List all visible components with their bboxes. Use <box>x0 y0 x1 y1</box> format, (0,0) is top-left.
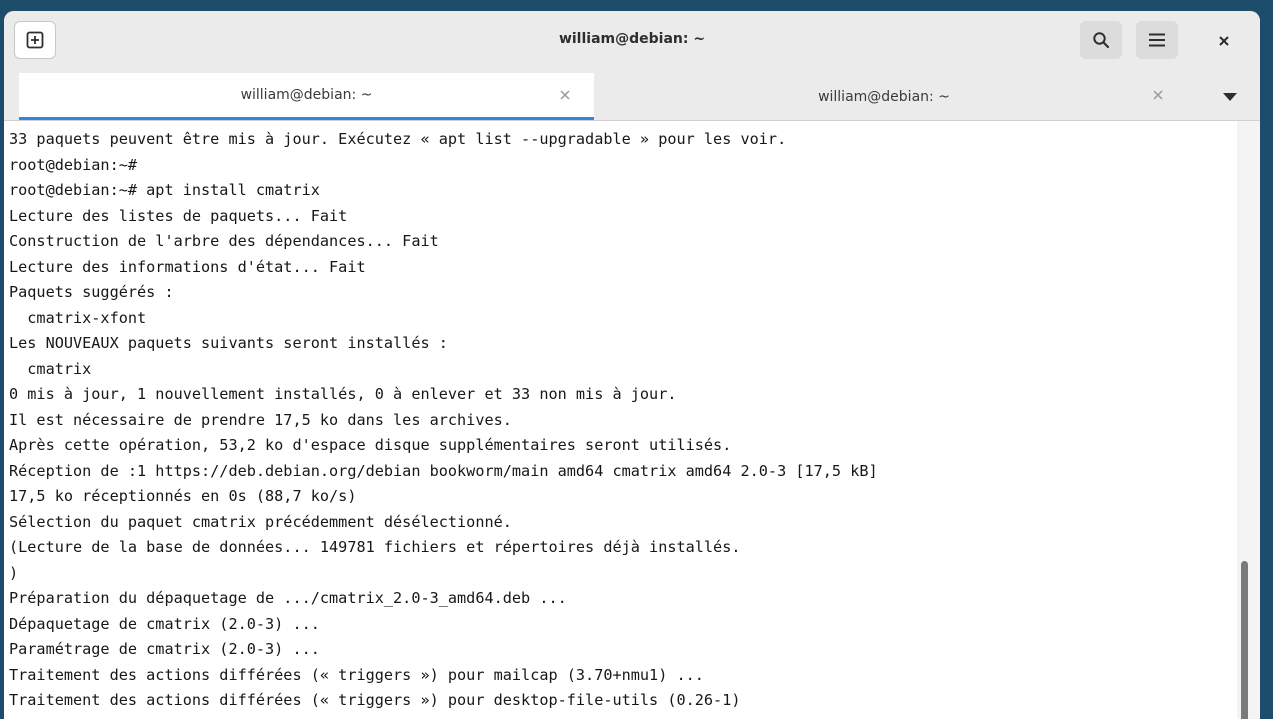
tab-label: william@debian: ~ <box>818 88 950 105</box>
tab-close-button[interactable] <box>557 87 573 103</box>
terminal-line: Les NOUVEAUX paquets suivants seront ins… <box>9 334 448 352</box>
close-icon <box>1153 90 1163 100</box>
terminal-line: Il est nécessaire de prendre 17,5 ko dan… <box>9 410 512 429</box>
search-button[interactable] <box>1080 21 1122 59</box>
terminal-line: cmatrix-xfont <box>9 308 147 327</box>
tab-bar: william@debian: ~ william@debian: ~ <box>4 73 1260 121</box>
terminal-line: Traitement des actions différées (« trig… <box>9 691 741 709</box>
terminal-line: Paquets suggérés : <box>9 283 174 301</box>
close-icon <box>560 90 570 100</box>
close-window-button[interactable] <box>1210 27 1238 55</box>
terminal-line: Après cette opération, 53,2 ko d'espace … <box>9 436 732 454</box>
terminal-output[interactable]: 33 paquets peuvent être mis à jour. Exéc… <box>4 121 1237 719</box>
hamburger-menu-icon <box>1149 33 1165 47</box>
tab-terminal-2[interactable]: william@debian: ~ <box>594 73 1174 120</box>
terminal-line: Lecture des listes de paquets... Fait <box>9 206 348 225</box>
tab-terminal-1[interactable]: william@debian: ~ <box>19 73 594 120</box>
tab-label: william@debian: ~ <box>240 87 373 103</box>
terminal-line: Préparation du dépaquetage de .../cmatri… <box>9 589 567 607</box>
terminal-line: Paramétrage de cmatrix (2.0-3) ... <box>9 640 320 658</box>
terminal-line: ) <box>9 563 19 582</box>
terminal-line: Construction de l'arbre des dépendances.… <box>9 232 439 250</box>
terminal-line: Lecture des informations d'état... Fait <box>9 257 366 276</box>
terminal-line: Traitement des actions différées (« trig… <box>9 665 704 684</box>
terminal-line: Réception de :1 https://deb.debian.org/d… <box>9 461 878 480</box>
main-menu-button[interactable] <box>1136 21 1178 59</box>
terminal-text: 33 paquets peuvent être mis à jour. Exéc… <box>9 127 878 714</box>
scrollbar-thumb[interactable] <box>1241 561 1248 719</box>
terminal-line: Sélection du paquet cmatrix précédemment… <box>9 512 512 531</box>
close-icon <box>1219 36 1229 46</box>
header-bar: william@debian: ~ <box>4 11 1260 73</box>
window-title: william@debian: ~ <box>558 31 706 47</box>
terminal-line: Dépaquetage de cmatrix (2.0-3) ... <box>9 614 320 633</box>
terminal-line: 17,5 ko réceptionnés en 0s (88,7 ko/s) <box>9 487 357 505</box>
terminal-window: william@debian: ~ william@debian: ~ will… <box>4 11 1260 719</box>
terminal-line: 33 paquets peuvent être mis à jour. Exéc… <box>9 130 787 148</box>
tab-close-button[interactable] <box>1150 87 1166 103</box>
terminal-line: cmatrix <box>9 359 92 378</box>
terminal-line: root@debian:~# apt install cmatrix <box>9 181 320 199</box>
terminal-line: root@debian:~# <box>9 155 138 174</box>
tab-list-dropdown-button[interactable] <box>1220 89 1240 105</box>
search-icon <box>1093 32 1110 49</box>
terminal-line: 0 mis à jour, 1 nouvellement installés, … <box>9 385 677 403</box>
scrollbar[interactable] <box>1237 121 1260 719</box>
chevron-down-icon <box>1223 93 1237 101</box>
terminal-line: (Lecture de la base de données... 149781… <box>9 538 741 556</box>
